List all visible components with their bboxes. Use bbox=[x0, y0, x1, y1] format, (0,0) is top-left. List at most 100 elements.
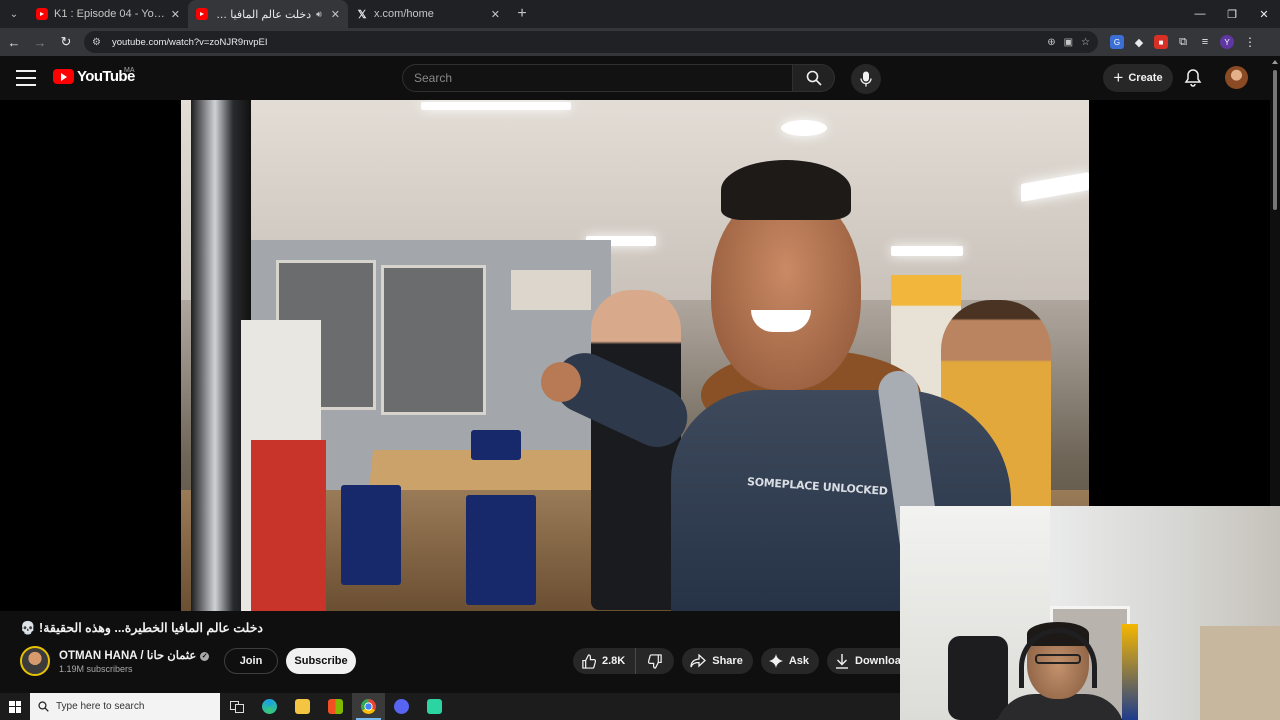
scene-ceiling-light bbox=[781, 120, 827, 136]
tab-current-video[interactable]: دخلت عالم المافيا الخطيرة... 🔊︎ ✕ bbox=[188, 0, 348, 28]
close-tab-icon[interactable]: ✕ bbox=[491, 8, 500, 21]
verified-check-icon: ✓ bbox=[200, 652, 210, 661]
youtube-logo[interactable]: YouTube bbox=[53, 68, 135, 85]
site-info-icon[interactable]: ⚙ bbox=[92, 37, 106, 48]
join-button[interactable]: Join bbox=[224, 648, 278, 674]
new-tab-button[interactable]: + bbox=[508, 5, 536, 23]
voice-search-button[interactable] bbox=[851, 64, 881, 94]
browser-menu-icon[interactable]: ⋮ bbox=[1244, 35, 1256, 49]
webcam-furniture bbox=[1200, 626, 1280, 720]
search-icon bbox=[38, 701, 49, 712]
subscribe-button[interactable]: Subscribe bbox=[286, 648, 356, 674]
file-explorer-icon bbox=[295, 699, 310, 714]
video-title: 💀 !دخلت عالم المافيا الخطيرة... وهذه الح… bbox=[20, 621, 263, 635]
diamond-extension-icon[interactable]: ◆ bbox=[1132, 35, 1146, 49]
zoom-icon[interactable]: ⊕ bbox=[1047, 37, 1055, 48]
tab-title: K1 : Episode 04 - YouTube bbox=[54, 8, 167, 20]
chrome-button[interactable] bbox=[352, 693, 385, 720]
reload-icon[interactable]: ↻ bbox=[54, 30, 78, 54]
cast-icon[interactable]: ▣ bbox=[1064, 37, 1073, 48]
share-button[interactable]: Share bbox=[682, 648, 753, 674]
app-button[interactable] bbox=[418, 693, 451, 720]
scroll-thumb[interactable] bbox=[1273, 70, 1277, 210]
close-window-icon[interactable]: ✕ bbox=[1248, 0, 1280, 28]
scene-ceiling-light bbox=[421, 102, 571, 110]
bookmark-star-icon[interactable]: ☆ bbox=[1081, 37, 1090, 48]
store-icon bbox=[328, 699, 343, 714]
reading-list-icon[interactable]: ≡ bbox=[1198, 35, 1212, 49]
speaker-icon[interactable]: 🔊︎ bbox=[316, 9, 322, 20]
subscriber-count: 1.19M subscribers bbox=[59, 664, 133, 674]
close-tab-icon[interactable]: ✕ bbox=[331, 8, 340, 21]
plus-icon: + bbox=[1113, 67, 1124, 87]
url-text[interactable]: youtube.com/watch?v=zoNJR9nvpEI bbox=[112, 37, 1047, 48]
scene-ac-unit bbox=[511, 270, 591, 310]
scroll-up-arrow-icon[interactable] bbox=[1272, 60, 1278, 64]
like-button[interactable]: 2.8K bbox=[573, 648, 637, 674]
screen: ⌄ K1 : Episode 04 - YouTube ✕ دخلت عالم … bbox=[0, 0, 1280, 720]
create-button[interactable]: + Create bbox=[1103, 64, 1173, 92]
address-bar-actions: ⊕ ▣ ☆ bbox=[1047, 37, 1090, 48]
task-view-button[interactable] bbox=[220, 693, 253, 720]
edge-button[interactable] bbox=[253, 693, 286, 720]
thumbs-up-icon bbox=[582, 653, 596, 669]
windows-logo-icon bbox=[9, 700, 21, 713]
webcam-overlay bbox=[900, 506, 1280, 720]
microphone-icon bbox=[860, 71, 872, 87]
edge-icon bbox=[262, 699, 277, 714]
channel-name-wrap[interactable]: OTMAN HANA / عثمان حانا ✓ bbox=[59, 648, 210, 662]
task-view-icon bbox=[229, 700, 244, 713]
taskbar-search[interactable] bbox=[30, 693, 220, 720]
ask-button[interactable]: Ask bbox=[760, 648, 820, 674]
region-code: MA bbox=[124, 67, 135, 74]
youtube-favicon-icon bbox=[196, 8, 208, 20]
browser-toolbar: ← → ↻ ⚙ youtube.com/watch?v=zoNJR9nvpEI … bbox=[0, 28, 1280, 56]
profile-avatar[interactable]: Y bbox=[1220, 35, 1234, 49]
back-icon[interactable]: ← bbox=[2, 30, 26, 54]
channel-row: OTMAN HANA / عثمان حانا ✓ 1.19M subscribe… bbox=[20, 645, 918, 677]
extensions-area: G ◆ ■ ⧉ ≡ Y bbox=[1110, 35, 1234, 49]
close-tab-icon[interactable]: ✕ bbox=[171, 8, 180, 21]
app-icon bbox=[427, 699, 442, 714]
tab-k1-episode[interactable]: K1 : Episode 04 - YouTube ✕ bbox=[28, 0, 188, 28]
webcam-person bbox=[995, 622, 1125, 720]
scene-window bbox=[381, 265, 486, 415]
account-avatar[interactable] bbox=[1225, 66, 1248, 89]
share-label: Share bbox=[712, 655, 743, 667]
start-button[interactable] bbox=[0, 693, 30, 720]
forward-icon[interactable]: → bbox=[28, 30, 52, 54]
tab-title: دخلت عالم المافيا الخطيرة... bbox=[214, 8, 312, 21]
tab-x-home[interactable]: 𝕏 x.com/home ✕ bbox=[348, 0, 508, 28]
channel-name[interactable]: OTMAN HANA / عثمان حانا bbox=[59, 650, 196, 662]
notifications-bell-icon[interactable] bbox=[1183, 68, 1203, 88]
webcam-chair bbox=[948, 636, 1008, 720]
file-explorer-button[interactable] bbox=[286, 693, 319, 720]
youtube-masthead: YouTube MA + Create bbox=[0, 56, 1270, 100]
create-label: Create bbox=[1128, 72, 1163, 84]
tab-title: x.com/home bbox=[374, 8, 434, 20]
restore-icon[interactable]: ❐ bbox=[1216, 0, 1248, 28]
discord-button[interactable] bbox=[385, 693, 418, 720]
video-actions: 2.8K Share Ask Download bbox=[573, 648, 918, 674]
store-button[interactable] bbox=[319, 693, 352, 720]
channel-avatar[interactable] bbox=[20, 646, 50, 676]
extensions-puzzle-icon[interactable]: ⧉ bbox=[1176, 35, 1190, 49]
youtube-play-logo-icon bbox=[53, 69, 74, 84]
sparkle-icon bbox=[768, 654, 783, 668]
search-icon bbox=[806, 70, 822, 86]
tab-search-button[interactable]: ⌄ bbox=[0, 0, 28, 28]
hamburger-menu-icon[interactable] bbox=[16, 70, 36, 86]
browser-tab-strip: ⌄ K1 : Episode 04 - YouTube ✕ دخلت عالم … bbox=[0, 0, 1280, 28]
dislike-button[interactable] bbox=[636, 648, 674, 674]
minimize-icon[interactable]: — bbox=[1184, 0, 1216, 28]
red-extension-icon[interactable]: ■ bbox=[1154, 35, 1168, 49]
search-box[interactable] bbox=[402, 64, 793, 92]
translate-extension-icon[interactable]: G bbox=[1110, 35, 1124, 49]
taskbar-search-input[interactable] bbox=[56, 701, 206, 712]
webcam-scarf bbox=[1122, 624, 1138, 720]
search-input[interactable] bbox=[414, 71, 792, 85]
address-bar[interactable]: ⚙ youtube.com/watch?v=zoNJR9nvpEI ⊕ ▣ ☆ bbox=[84, 31, 1098, 53]
window-controls: — ❐ ✕ bbox=[1184, 0, 1280, 28]
x-favicon-icon: 𝕏 bbox=[357, 8, 367, 21]
search-button[interactable] bbox=[793, 64, 835, 92]
